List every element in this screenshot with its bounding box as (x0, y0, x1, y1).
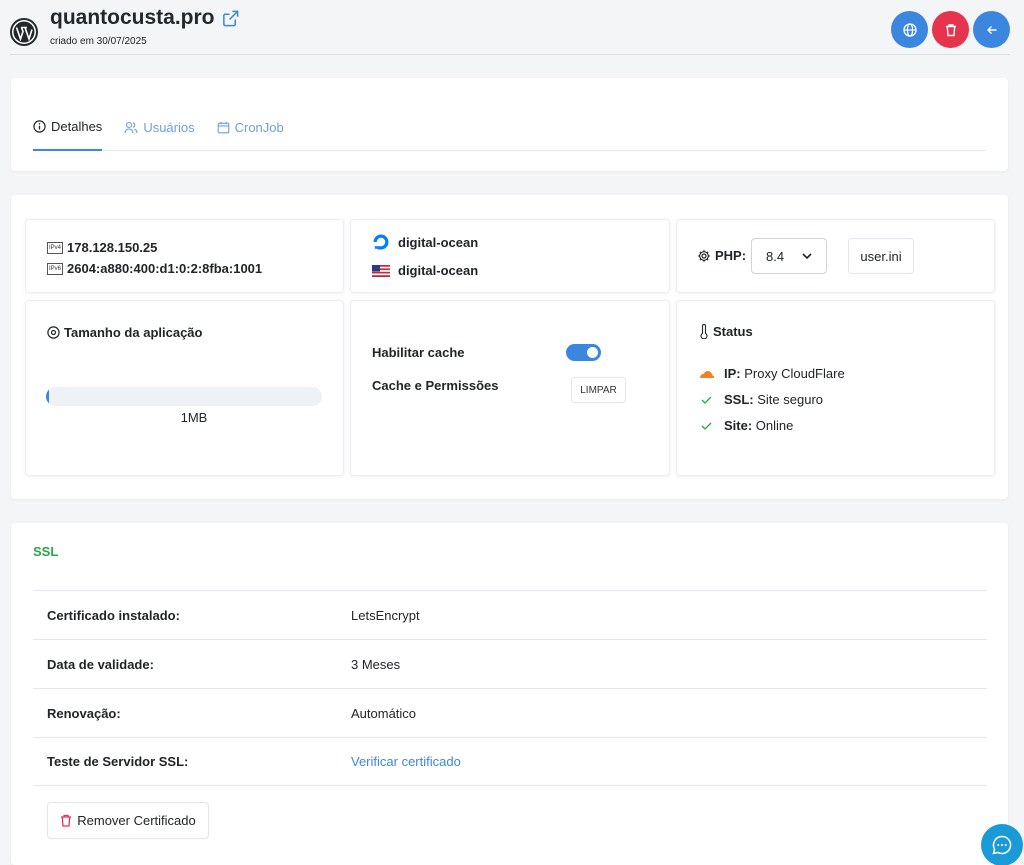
ssl-row-label: Renovação: (47, 705, 121, 721)
chat-button[interactable] (981, 824, 1023, 865)
open-site-button[interactable] (891, 11, 928, 48)
ssl-row-validity: Data de validade: 3 Meses (33, 639, 987, 688)
php-version-select[interactable]: 8.4 (751, 238, 827, 274)
ssl-card: SSL Certificado instalado: LetsEncrypt D… (11, 523, 1008, 865)
cache-box: Habilitar cache Cache e Permissões LIMPA… (350, 300, 670, 476)
back-button[interactable] (973, 11, 1010, 48)
remove-certificate-label: Remover Certificado (77, 813, 196, 828)
check-icon (701, 422, 712, 430)
app-size-value: 1MB (180, 410, 208, 425)
userini-button[interactable]: user.ini (848, 238, 914, 274)
status-title: Status (699, 324, 753, 339)
page-header: quantocusta.pro criado em 30/07/2025 (0, 0, 1024, 58)
status-box: Status IP: Proxy CloudFlare SSL: Site se… (676, 300, 995, 476)
cache-permissions-label: Cache e Permissões (372, 378, 499, 393)
ipv6-address: 2604:a880:400:d1:0:2:8fba:1001 (67, 261, 263, 276)
region-line: digital-ocean (372, 263, 478, 278)
ssl-title: SSL (33, 544, 59, 559)
ssl-row-label: Teste de Servidor SSL: (47, 754, 189, 769)
region-name: digital-ocean (398, 263, 479, 278)
enable-cache-toggle[interactable] (566, 344, 601, 361)
app-size-title: Tamanho da aplicação (47, 325, 202, 340)
ssl-row-value: 3 Meses (351, 656, 401, 672)
wordpress-logo-icon (10, 18, 38, 46)
users-icon (124, 121, 138, 134)
ipv4-address: 178.128.150.25 (67, 240, 158, 255)
remove-certificate-button[interactable]: Remover Certificado (47, 802, 209, 839)
check-icon (701, 396, 712, 404)
provider-line: digital-ocean (372, 233, 478, 251)
ip-box: IPv4 178.128.150.25 IPv6 2604:a880:400:d… (25, 219, 344, 293)
arrow-left-icon (986, 25, 996, 34)
ssl-row-server-test: Teste de Servidor SSL: Verificar certifi… (33, 737, 987, 786)
ssl-row-certificate: Certificado instalado: LetsEncrypt (33, 590, 987, 639)
ssl-row-value: Automático (351, 705, 417, 721)
calendar-icon (217, 122, 229, 134)
tab-usuarios[interactable]: Usuários (124, 116, 195, 151)
chat-bubble-icon (992, 835, 1012, 855)
us-flag-icon (372, 264, 390, 277)
tab-label: CronJob (234, 120, 284, 135)
status-ip-line: IP: Proxy CloudFlare (698, 366, 845, 381)
delete-site-button[interactable] (932, 11, 969, 48)
php-label: PHP: (697, 248, 746, 263)
status-site-line: Site: Online (698, 418, 793, 433)
ssl-row-label: Certificado instalado: (47, 607, 180, 623)
status-ssl-line: SSL: Site seguro (698, 392, 823, 407)
disk-icon (47, 326, 60, 339)
php-box: PHP: 8.4 user.ini (676, 219, 995, 293)
ipv6-badge: IPv6 (47, 262, 64, 275)
app-size-title-text: Tamanho da aplicação (64, 325, 203, 340)
thermometer-icon (700, 324, 708, 339)
verify-certificate-link[interactable]: Verificar certificado (351, 754, 461, 769)
chevron-down-icon (802, 253, 812, 259)
ssl-row-label: Data de validade: (47, 656, 154, 672)
tab-bar: Detalhes Usuários CronJob (33, 116, 986, 151)
tab-cronjob[interactable]: CronJob (217, 116, 284, 151)
status-site-label: Site: (724, 418, 753, 433)
app-size-progress-fill (46, 387, 49, 406)
external-link-icon[interactable] (221, 9, 240, 28)
header-actions (891, 11, 1010, 48)
trash-icon (945, 23, 956, 36)
status-ip-value: Proxy CloudFlare (744, 366, 845, 381)
php-label-text: PHP: (715, 248, 747, 263)
status-site-value: Online (755, 418, 794, 433)
tab-detalhes[interactable]: Detalhes (33, 116, 103, 151)
site-title: quantocusta.pro (50, 6, 240, 30)
app-size-box: Tamanho da aplicação 1MB (25, 300, 344, 476)
gear-icon (698, 249, 710, 262)
enable-cache-label: Habilitar cache (372, 345, 465, 360)
tab-label: Detalhes (51, 119, 103, 134)
ipv4-line: IPv4 178.128.150.25 (47, 240, 157, 255)
info-icon (33, 120, 46, 133)
clear-cache-button[interactable]: LIMPAR (571, 377, 626, 403)
provider-box: digital-ocean digital-ocean (350, 219, 670, 293)
toggle-knob (587, 347, 598, 358)
digitalocean-icon (373, 234, 389, 250)
ssl-row-renewal: Renovação: Automático (33, 688, 987, 737)
site-name: quantocusta.pro (50, 6, 215, 29)
cloudflare-icon (700, 370, 715, 378)
ssl-table: Certificado instalado: LetsEncrypt Data … (33, 590, 987, 786)
created-date: criado em 30/07/2025 (50, 36, 147, 47)
php-version-value: 8.4 (766, 248, 785, 264)
app-size-progress (46, 387, 322, 406)
status-ssl-value: Site seguro (757, 392, 824, 407)
tabs-card: Detalhes Usuários CronJob (11, 78, 1008, 171)
ipv4-badge: IPv4 (47, 241, 64, 254)
header-divider (10, 54, 1010, 55)
ssl-row-value: LetsEncrypt (351, 607, 420, 623)
trash-icon (61, 814, 72, 827)
status-ip-label: IP: (724, 366, 741, 381)
ipv6-line: IPv6 2604:a880:400:d1:0:2:8fba:1001 (47, 261, 262, 276)
provider-name: digital-ocean (398, 234, 479, 250)
details-card: IPv4 178.128.150.25 IPv6 2604:a880:400:d… (11, 195, 1008, 499)
tab-label: Usuários (143, 120, 195, 135)
status-ssl-label: SSL: (724, 392, 754, 407)
status-title-text: Status (713, 324, 753, 339)
globe-icon (902, 22, 917, 37)
